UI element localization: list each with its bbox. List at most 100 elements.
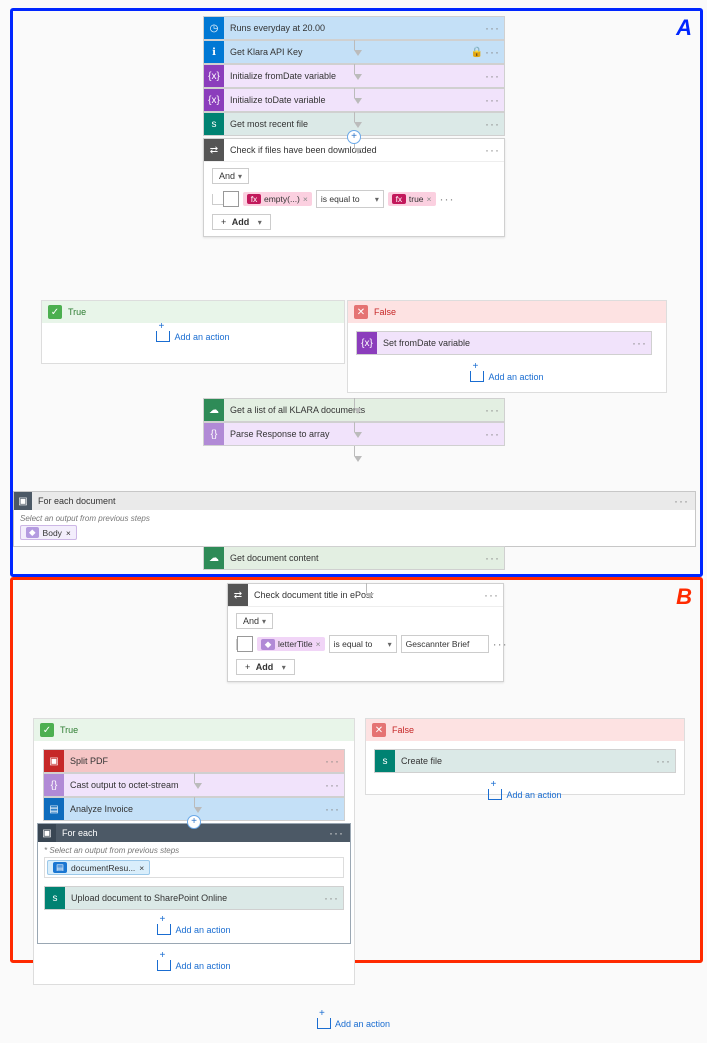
close-icon: ✕ [354,305,368,319]
remove-icon[interactable]: × [139,863,144,873]
more-icon[interactable]: ··· [325,754,340,768]
add-action-false2[interactable]: Add an action [366,781,684,808]
token-lettertitle[interactable]: ◆ letterTitle × [257,637,325,651]
variable-icon: {x} [204,65,224,87]
remove-icon[interactable]: × [427,194,432,204]
branch-true-2: ✓ True ▣ Split PDF ··· {} Cast output to… [33,718,355,985]
http-icon: ☁ [204,399,224,421]
more-icon[interactable]: ··· [632,336,647,350]
add-action-bottom[interactable]: Add an action [0,1010,707,1037]
get-doc-content-step[interactable]: ☁ Get document content ··· [203,546,505,570]
more-icon[interactable]: ··· [485,117,500,131]
add-action-true1[interactable]: Add an action [42,323,344,350]
http-icon: ☁ [204,547,224,569]
more-icon[interactable]: ··· [325,802,340,816]
pdf-icon: ▣ [44,750,64,772]
ai-icon: ▤ [44,798,64,820]
remove-icon[interactable]: × [66,528,71,538]
expr-true[interactable]: fx true × [388,192,436,206]
expr-empty[interactable]: fx empty(...) × [243,192,312,206]
add-action-false1[interactable]: Add an action [348,363,666,390]
operator-select[interactable]: is equal to ▾ [316,190,384,208]
region-b-label: B [676,584,692,610]
foreach-inner[interactable]: ▣ For each ··· * Select an output from p… [37,823,351,944]
remove-icon[interactable]: × [303,194,308,204]
info-icon: ℹ [204,41,224,63]
more-icon[interactable]: ··· [440,192,455,206]
token-body[interactable]: ◆ Body × [20,525,77,540]
more-icon[interactable]: ··· [484,588,499,602]
branch-false-label: False [374,307,396,317]
fx-icon: fx [247,194,261,204]
variable-icon: {x} [357,332,377,354]
condition-row-checkbox[interactable] [237,636,253,652]
region-a-label: A [676,15,692,41]
chevron-down-icon: ▾ [375,195,379,204]
lock-icon: 🔒 [471,47,483,58]
insert-step-button[interactable]: + [347,130,361,144]
more-icon[interactable]: ··· [324,891,339,905]
more-icon[interactable]: ··· [485,403,500,417]
insert-icon [470,371,484,382]
chevron-down-icon: ▾ [258,218,262,227]
more-icon[interactable]: ··· [485,427,500,441]
operator-select[interactable]: is equal to ▾ [329,635,397,653]
insert-icon [317,1018,331,1029]
add-condition-button[interactable]: + Add ▾ [236,659,295,675]
add-action-inner[interactable]: Add an action [38,916,350,943]
more-icon[interactable]: ··· [485,93,500,107]
more-icon[interactable]: ··· [485,69,500,83]
token-documentresult[interactable]: ▤ documentResu... × [47,860,150,875]
set-from-step[interactable]: {x} Set fromDate variable ··· [356,331,652,355]
get-doc-content-title: Get document content [224,553,485,563]
value-input[interactable]: Gescannter Brief [401,635,489,653]
chevron-down-icon: ▾ [388,640,392,649]
remove-icon[interactable]: × [316,639,321,649]
sharepoint-icon: s [204,113,224,135]
condition-icon: ⇄ [204,139,224,161]
check-icon: ✓ [48,305,62,319]
chevron-down-icon: ▾ [238,172,242,181]
condition-row-checkbox[interactable] [223,191,239,207]
split-pdf-step[interactable]: ▣ Split PDF ··· [43,749,345,773]
trigger-step[interactable]: ◷ Runs everyday at 20.00 ··· [203,16,505,40]
trigger-title: Runs everyday at 20.00 [224,23,485,33]
sharepoint-icon: s [375,750,395,772]
more-icon[interactable]: ··· [485,143,500,157]
check-icon: ✓ [40,723,54,737]
clock-icon: ◷ [204,17,224,39]
insert-icon [156,331,170,342]
compose-icon: {} [44,774,64,796]
logic-and-select[interactable]: And ▾ [212,168,249,184]
insert-icon [488,789,502,800]
more-icon[interactable]: ··· [485,45,500,59]
more-icon[interactable]: ··· [485,551,500,565]
parse-icon: {} [204,423,224,445]
more-icon[interactable]: ··· [485,21,500,35]
add-condition-button[interactable]: + Add ▾ [212,214,271,230]
token-icon: ◆ [261,639,275,650]
more-icon[interactable]: ··· [493,637,508,651]
chevron-down-icon: ▾ [282,663,286,672]
loop-icon: ▣ [38,824,56,842]
insert-step-button[interactable]: + [187,815,201,829]
select-output-hint: Select an output from previous steps [14,510,695,523]
upload-step[interactable]: s Upload document to SharePoint Online ·… [44,886,344,910]
more-icon[interactable]: ··· [329,826,350,840]
loop-icon: ▣ [14,492,32,510]
insert-icon [157,924,171,935]
logic-label: And [219,171,235,181]
close-icon: ✕ [372,723,386,737]
more-icon[interactable]: ··· [656,754,671,768]
get-key-title: Get Klara API Key [224,47,471,57]
create-file-step[interactable]: s Create file ··· [374,749,676,773]
more-icon[interactable]: ··· [674,494,695,508]
foreach-title: For each document [32,496,116,506]
logic-and-select[interactable]: And ▾ [236,613,273,629]
sharepoint-icon: s [45,887,65,909]
more-icon[interactable]: ··· [325,778,340,792]
foreach-document[interactable]: ▣ For each document ··· Select an output… [13,491,696,547]
add-action-true2[interactable]: Add an action [34,952,354,979]
branch-false-2: ✕ False s Create file ··· Add an action [365,718,685,795]
chevron-down-icon: ▾ [262,617,266,626]
